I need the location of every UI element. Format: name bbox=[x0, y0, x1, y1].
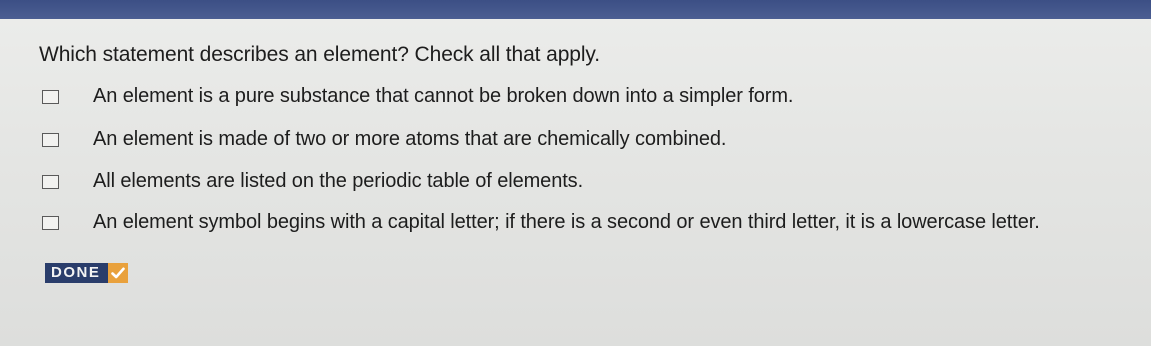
option-1-label: An element is a pure substance that cann… bbox=[93, 85, 794, 107]
done-button[interactable]: DONE bbox=[45, 263, 129, 283]
option-2-label: An element is made of two or more atoms … bbox=[93, 128, 727, 150]
option-4-checkbox[interactable] bbox=[42, 216, 59, 230]
option-4-label: An element symbol begins with a capital … bbox=[93, 211, 1040, 233]
question-panel: Which statement describes an element? Ch… bbox=[0, 19, 1151, 346]
header-bar bbox=[0, 0, 1151, 19]
option-2-checkbox[interactable] bbox=[42, 133, 59, 147]
question-text: Which statement describes an element? Ch… bbox=[39, 43, 600, 66]
option-3-checkbox[interactable] bbox=[42, 175, 59, 189]
option-3-label: All elements are listed on the periodic … bbox=[93, 170, 584, 192]
done-button-label: DONE bbox=[45, 263, 109, 283]
checkmark-icon bbox=[108, 263, 129, 283]
option-1-checkbox[interactable] bbox=[42, 90, 59, 104]
